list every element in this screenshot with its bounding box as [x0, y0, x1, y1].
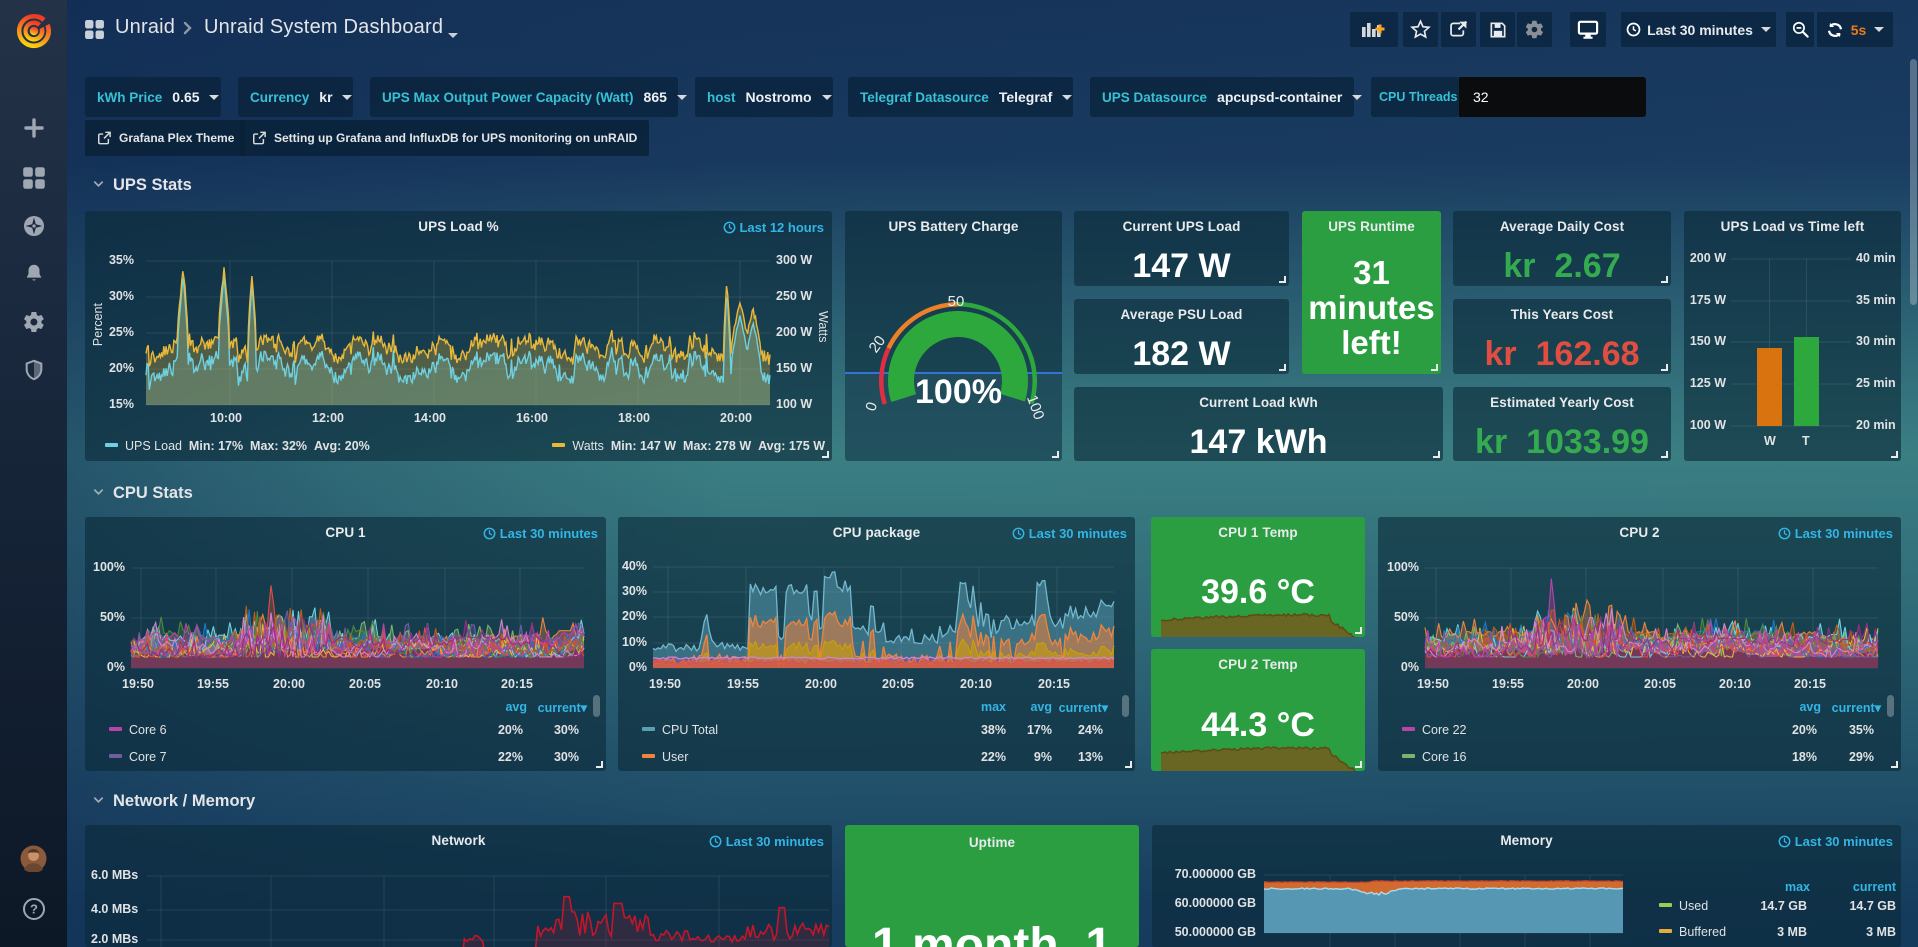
- svg-text:?: ?: [30, 902, 38, 917]
- svg-text:50: 50: [948, 293, 965, 310]
